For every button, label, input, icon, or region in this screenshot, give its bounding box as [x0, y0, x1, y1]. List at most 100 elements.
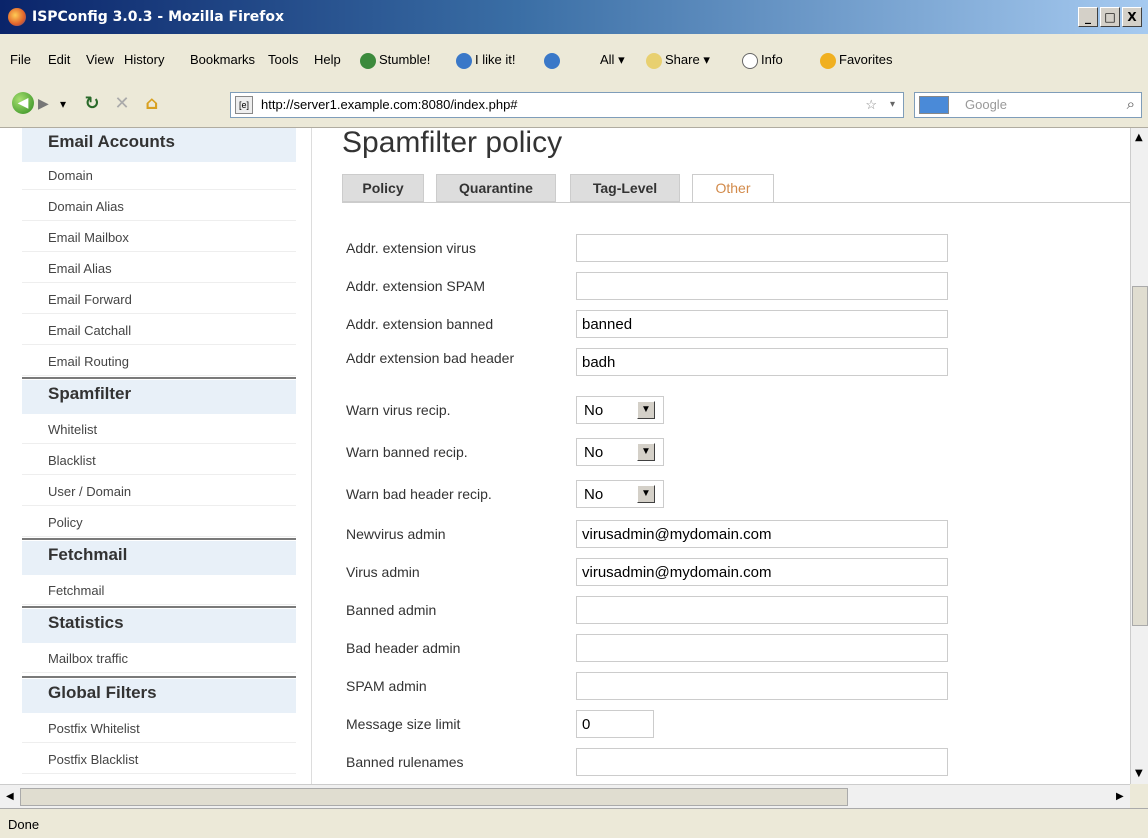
page-content: Email Accounts Domain Domain Alias Email…: [0, 128, 1130, 784]
share-button[interactable]: Share ▾: [646, 52, 710, 69]
scroll-right-icon[interactable]: ▶: [1116, 791, 1124, 802]
addr-ext-spam-input[interactable]: [576, 272, 948, 300]
banned-rulenames-input[interactable]: [576, 748, 948, 776]
url-dropdown-icon[interactable]: ▾: [890, 93, 895, 117]
warn-banned-recip-select[interactable]: No ▼: [576, 438, 664, 466]
menu-view[interactable]: View: [86, 52, 114, 67]
scroll-left-icon[interactable]: ◀: [6, 791, 14, 802]
menu-bar: File Edit View History Bookmarks Tools H…: [0, 34, 1148, 82]
stumble-icon: [360, 52, 376, 69]
thumbs-down-icon: [544, 52, 560, 69]
field-label-bad-header-admin: Bad header admin: [346, 640, 461, 656]
chevron-down-icon[interactable]: ▼: [637, 443, 655, 461]
sidebar-item-domain-alias[interactable]: Domain Alias: [22, 191, 296, 221]
select-value: No: [584, 444, 604, 461]
all-dropdown[interactable]: All ▾: [600, 52, 625, 68]
forward-button[interactable]: ▶: [38, 92, 49, 116]
maximize-button[interactable]: □: [1100, 7, 1120, 27]
field-label-banned-rulenames: Banned rulenames: [346, 754, 464, 770]
sidebar-item-email-catchall[interactable]: Email Catchall: [22, 315, 296, 345]
search-box[interactable]: Google ⌕: [914, 92, 1142, 118]
sidebar-item-email-mailbox[interactable]: Email Mailbox: [22, 222, 296, 252]
message-size-limit-input[interactable]: 0: [576, 710, 654, 738]
menu-file[interactable]: File: [10, 52, 31, 67]
menu-history[interactable]: History: [124, 52, 164, 67]
scroll-down-icon[interactable]: ▼: [1135, 768, 1143, 779]
tab-quarantine[interactable]: Quarantine: [436, 174, 556, 202]
warn-bad-header-recip-select[interactable]: No ▼: [576, 480, 664, 508]
sidebar-item-domain[interactable]: Domain: [22, 160, 296, 190]
sidebar-item-fetchmail[interactable]: Fetchmail: [22, 575, 296, 605]
sidebar-item-email-forward[interactable]: Email Forward: [22, 284, 296, 314]
select-value: No: [584, 402, 604, 419]
field-label-addr-ext-banned: Addr. extension banned: [346, 316, 494, 332]
close-button[interactable]: X: [1122, 7, 1142, 27]
url-bar[interactable]: [e] http://server1.example.com:8080/inde…: [230, 92, 904, 118]
search-icon[interactable]: ⌕: [1127, 93, 1135, 117]
history-dropdown[interactable]: ▾: [60, 92, 66, 116]
favorites-button[interactable]: Favorites: [820, 52, 892, 69]
menu-help[interactable]: Help: [314, 52, 341, 67]
search-engine-icon[interactable]: [919, 96, 949, 114]
field-label-banned-admin: Banned admin: [346, 602, 437, 618]
reload-icon[interactable]: ↻: [80, 92, 104, 116]
sidebar-item-policy[interactable]: Policy: [22, 507, 296, 537]
virus-admin-input[interactable]: virusadmin@mydomain.com: [576, 558, 948, 586]
field-label-addr-ext-spam: Addr. extension SPAM: [346, 278, 486, 294]
sidebar-item-email-alias[interactable]: Email Alias: [22, 253, 296, 283]
ilike-button[interactable]: I like it!: [456, 52, 515, 69]
sidebar-item-user-domain[interactable]: User / Domain: [22, 476, 296, 506]
sidebar-heading-global-filters: Global Filters: [22, 679, 296, 713]
stumble-button[interactable]: Stumble!: [360, 52, 430, 69]
sidebar-item-postfix-whitelist[interactable]: Postfix Whitelist: [22, 713, 296, 743]
warn-virus-recip-select[interactable]: No ▼: [576, 396, 664, 424]
sidebar-heading-email: Email Accounts: [22, 128, 296, 162]
browser-window: ISPConfig 3.0.3 - Mozilla Firefox _ □ X …: [0, 0, 1148, 838]
field-label-message-size-limit: Message size limit: [346, 716, 461, 732]
menu-tools[interactable]: Tools: [268, 52, 298, 67]
tab-tag-level[interactable]: Tag-Level: [570, 174, 680, 202]
bad-header-admin-input[interactable]: [576, 634, 948, 662]
site-identity-icon[interactable]: [e]: [235, 96, 253, 114]
info-icon: [742, 52, 758, 69]
addr-ext-banned-input[interactable]: banned: [576, 310, 948, 338]
stumble-label: Stumble!: [379, 52, 431, 67]
stop-icon[interactable]: ✕: [110, 92, 134, 116]
menu-edit[interactable]: Edit: [48, 52, 70, 67]
dislike-button[interactable]: [544, 52, 563, 69]
star-icon: [820, 52, 836, 69]
back-button[interactable]: ◀: [12, 92, 34, 114]
menu-bookmarks[interactable]: Bookmarks: [190, 52, 255, 67]
status-bar: Done: [0, 808, 1148, 838]
home-icon[interactable]: ⌂: [140, 92, 164, 116]
sidebar-item-blacklist[interactable]: Blacklist: [22, 445, 296, 475]
field-label-warn-bad-header-recip: Warn bad header recip.: [346, 486, 492, 502]
spam-admin-input[interactable]: [576, 672, 948, 700]
horizontal-scroll-thumb[interactable]: [20, 788, 848, 806]
sidebar-item-mailbox-traffic[interactable]: Mailbox traffic: [22, 643, 296, 673]
banned-admin-input[interactable]: [576, 596, 948, 624]
chevron-down-icon[interactable]: ▼: [637, 401, 655, 419]
navigation-toolbar: ◀ ▶ ▾ ↻ ✕ ⌂ [e] http://server1.example.c…: [0, 82, 1148, 128]
sidebar-item-email-routing[interactable]: Email Routing: [22, 346, 296, 376]
tab-policy[interactable]: Policy: [342, 174, 424, 202]
minimize-button[interactable]: _: [1078, 7, 1098, 27]
sidebar-item-whitelist[interactable]: Whitelist: [22, 414, 296, 444]
sidebar-item-postfix-blacklist[interactable]: Postfix Blacklist: [22, 744, 296, 774]
tab-other[interactable]: Other: [692, 174, 774, 202]
vertical-scroll-thumb[interactable]: [1132, 286, 1148, 626]
sidebar-divider: [22, 606, 296, 608]
content-divider: [311, 128, 312, 784]
scroll-up-icon[interactable]: ▲: [1135, 132, 1143, 143]
field-label-spam-admin: SPAM admin: [346, 678, 427, 694]
addr-ext-bad-header-input[interactable]: badh: [576, 348, 948, 376]
addr-ext-virus-input[interactable]: [576, 234, 948, 262]
info-button[interactable]: Info: [742, 52, 783, 69]
chevron-down-icon[interactable]: ▼: [637, 485, 655, 503]
newvirus-admin-input[interactable]: virusadmin@mydomain.com: [576, 520, 948, 548]
vertical-scrollbar[interactable]: ▲ ▼: [1130, 128, 1148, 784]
horizontal-scrollbar[interactable]: ◀ ▶: [0, 784, 1130, 808]
info-label: Info: [761, 52, 783, 67]
bookmark-star-icon[interactable]: ☆: [865, 93, 877, 117]
sidebar-heading-spamfilter: Spamfilter: [22, 380, 296, 414]
